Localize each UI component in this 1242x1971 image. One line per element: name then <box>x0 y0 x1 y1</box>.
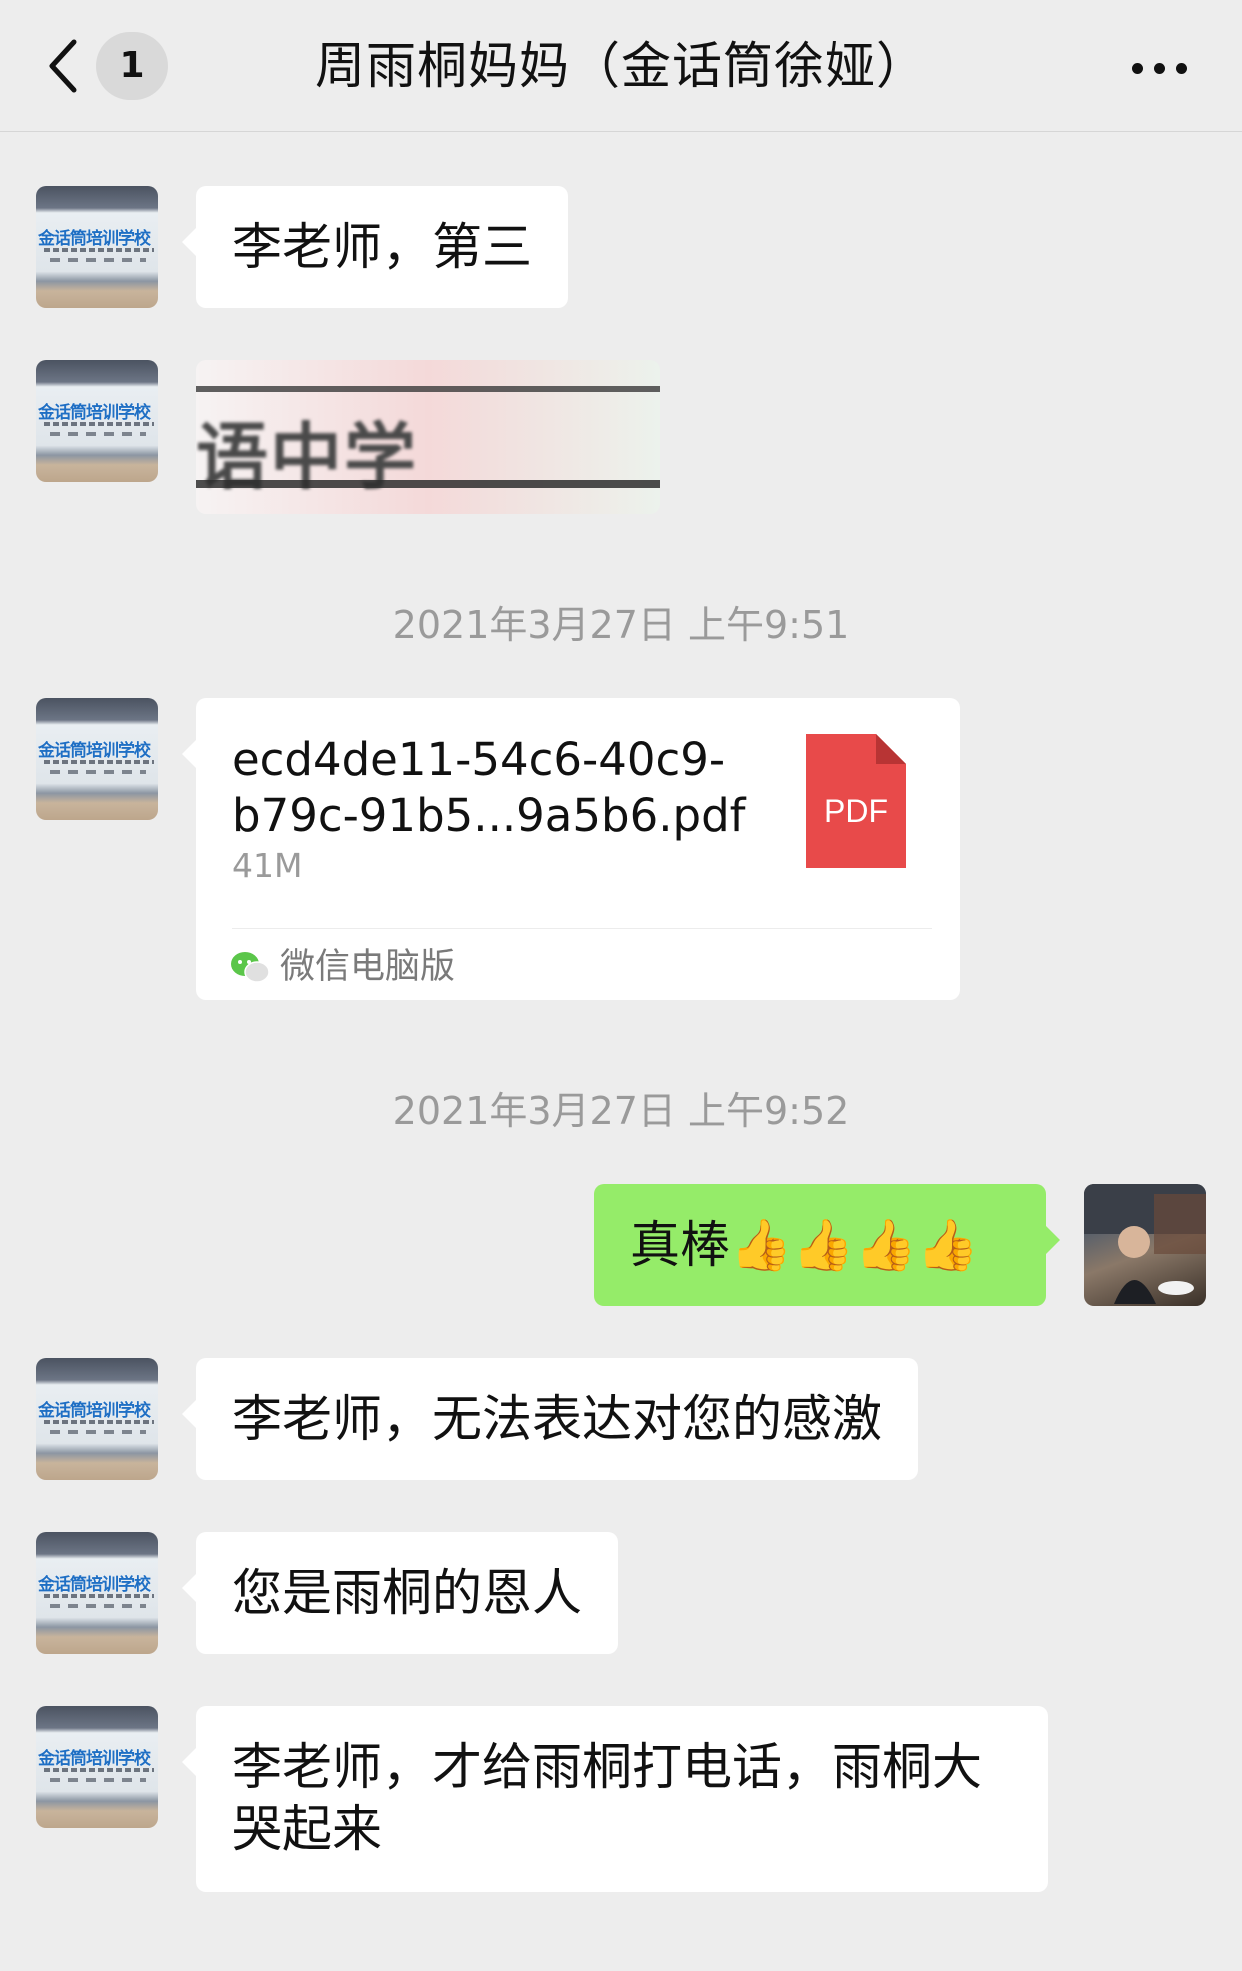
avatar-logo-text: 金话筒培训学校 <box>38 229 151 249</box>
file-message-card[interactable]: ecd4de11-54c6-40c9-b79c-91b5...9a5b6.pdf… <box>182 698 960 1000</box>
chat-header: 1 周雨桐妈妈（金话筒徐娅） <box>0 0 1242 132</box>
contact-avatar[interactable]: 金话筒培训学校 <box>36 1358 158 1480</box>
avatar-logo-text: 金话筒培训学校 <box>38 403 151 423</box>
my-avatar[interactable] <box>1084 1184 1206 1306</box>
message-bubble[interactable]: 李老师，才给雨桐打电话，雨桐大哭起来 <box>182 1706 1048 1892</box>
image-message[interactable]: 语中学 <box>196 360 660 514</box>
unread-count-badge[interactable]: 1 <box>96 32 168 100</box>
message-text: 真棒👍👍👍👍 <box>630 1216 980 1274</box>
message-text: 李老师，无法表达对您的感激 <box>232 1390 882 1448</box>
message-bubble[interactable]: 李老师，第三 <box>182 186 568 308</box>
contact-avatar[interactable]: 金话筒培训学校 <box>36 698 158 820</box>
message-timestamp: 2021年3月27日 上午9:52 <box>392 1089 850 1133</box>
contact-avatar[interactable]: 金话筒培训学校 <box>36 1706 158 1828</box>
file-name: ecd4de11-54c6-40c9-b79c-91b5...9a5b6.pdf <box>232 733 746 842</box>
message-bubble[interactable]: 您是雨桐的恩人 <box>182 1532 618 1654</box>
chat-title: 周雨桐妈妈（金话筒徐娅） <box>315 37 927 95</box>
avatar-logo-text: 金话筒培训学校 <box>38 741 151 761</box>
message-text: 李老师，才给雨桐打电话，雨桐大哭起来 <box>232 1738 982 1858</box>
divider <box>232 928 932 929</box>
file-size: 41M <box>232 846 303 885</box>
contact-avatar[interactable]: 金话筒培训学校 <box>36 186 158 308</box>
wechat-icon <box>230 950 270 984</box>
message-text: 您是雨桐的恩人 <box>232 1564 582 1622</box>
contact-avatar[interactable]: 金话筒培训学校 <box>36 360 158 482</box>
back-chevron-icon <box>49 39 77 93</box>
message-bubble[interactable]: 李老师，无法表达对您的感激 <box>182 1358 918 1480</box>
avatar-logo-text: 金话筒培训学校 <box>38 1575 151 1595</box>
message-bubble-sent[interactable]: 真棒👍👍👍👍 <box>594 1184 1060 1306</box>
pdf-label: PDF <box>824 793 888 829</box>
more-options-button[interactable] <box>1132 44 1188 88</box>
message-text: 李老师，第三 <box>232 218 532 276</box>
avatar-logo-text: 金话筒培训学校 <box>38 1749 151 1769</box>
pdf-file-icon: PDF <box>806 734 906 868</box>
more-dots-icon <box>1132 63 1143 74</box>
contact-avatar[interactable]: 金话筒培训学校 <box>36 1532 158 1654</box>
message-timestamp: 2021年3月27日 上午9:51 <box>392 603 850 647</box>
back-button[interactable] <box>44 38 84 94</box>
file-source: 微信电脑版 <box>280 947 456 987</box>
avatar-logo-text: 金话筒培训学校 <box>38 1401 151 1421</box>
